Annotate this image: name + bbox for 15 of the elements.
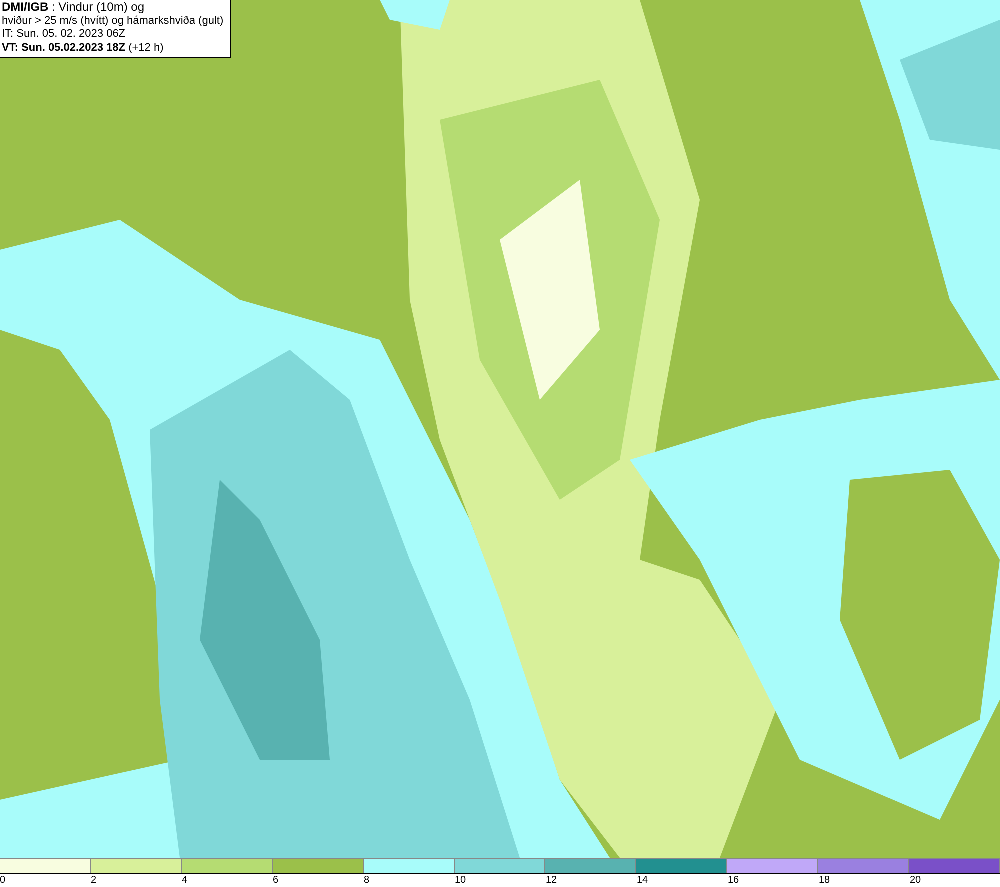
legend-label: 18 — [819, 874, 830, 887]
legend-label: 6 — [273, 874, 279, 887]
legend-label: 14 — [637, 874, 648, 887]
legend-label: 10 — [455, 874, 466, 887]
legend-label: 8 — [364, 874, 370, 887]
legend-label: 20 — [910, 874, 922, 887]
info-text: IT: Sun. 05. 02. 2023 06Z — [2, 28, 126, 42]
legend-label: 12 — [546, 874, 558, 887]
legend-label: 16 — [728, 874, 740, 887]
info-text: hviður > 25 m/s (hvítt) og hámarkshviða (gult) — [2, 14, 224, 28]
legend-label: 4 — [182, 874, 188, 887]
info-text: VT: Sun. 05.02.2023 18Z (+12 h) — [2, 42, 164, 55]
legend-label: 2 — [91, 874, 97, 887]
legend-label: 0 — [0, 874, 6, 887]
info-text: DMI/IGB : Vindur (10m) og — [2, 1, 144, 14]
